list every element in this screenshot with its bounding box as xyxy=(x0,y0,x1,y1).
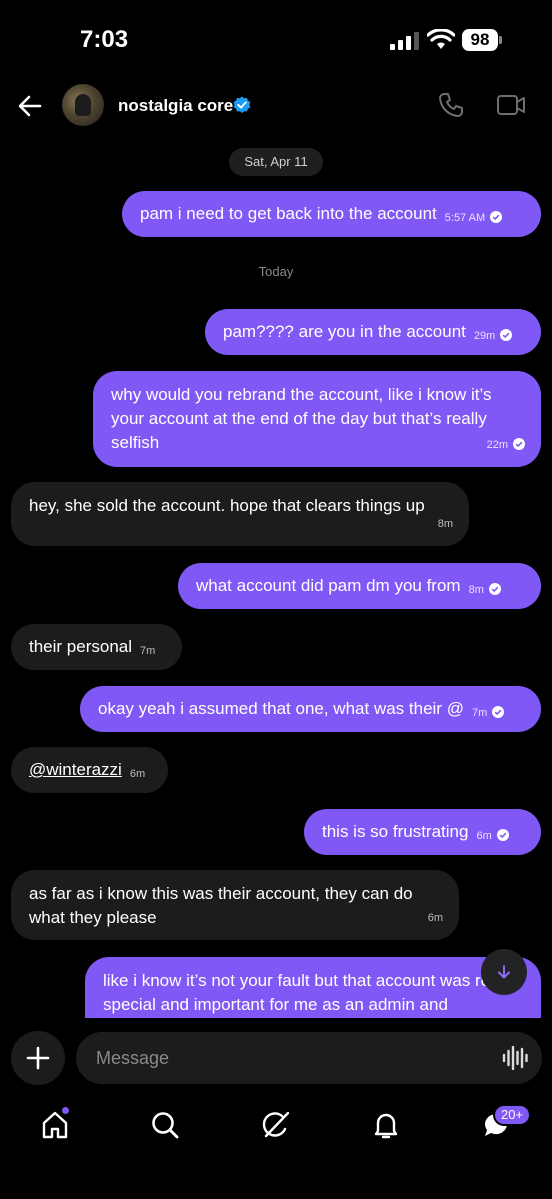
avatar[interactable] xyxy=(62,84,104,126)
search-icon[interactable] xyxy=(150,1110,180,1140)
message-meta: 6m xyxy=(428,906,443,930)
date-separator: Sat, Apr 11 xyxy=(229,148,323,176)
message-meta: 8m xyxy=(438,512,453,536)
message-time: 6m xyxy=(129,768,146,780)
phone-icon[interactable] xyxy=(438,92,464,118)
message-text: what account did pam dm you from xyxy=(196,576,461,595)
status-time: 7:03 xyxy=(80,26,129,53)
message-outgoing[interactable]: okay yeah i assumed that one, what was t… xyxy=(80,686,541,732)
message-outgoing[interactable]: this is so frustrating 6m xyxy=(304,809,541,855)
add-attachment-button[interactable] xyxy=(11,1031,65,1085)
message-text: okay yeah i assumed that one, what was t… xyxy=(98,699,464,718)
message-time: 6m xyxy=(476,830,492,842)
voice-wave-icon[interactable] xyxy=(502,1046,528,1070)
message-text: this is so frustrating xyxy=(322,822,469,841)
plus-icon xyxy=(26,1046,50,1070)
chat-title[interactable]: nostalgia core xyxy=(118,96,233,116)
message-outgoing[interactable]: pam???? are you in the account 29m xyxy=(205,309,541,355)
message-meta: 6m xyxy=(130,754,145,786)
message-incoming[interactable]: @winterazzi 6m xyxy=(11,747,168,793)
message-incoming[interactable]: their personal 7m xyxy=(11,624,182,670)
message-time: 6m xyxy=(427,912,443,924)
message-text: hey, she sold the account. hope that cle… xyxy=(29,496,425,515)
message-text: pam???? are you in the account xyxy=(223,322,466,341)
read-check-icon xyxy=(488,583,501,595)
message-time: 22m xyxy=(486,439,508,451)
mention-link[interactable]: @winterazzi xyxy=(29,758,122,782)
battery-icon: 98 xyxy=(462,29,502,51)
message-time: 5:57 AM xyxy=(444,212,486,224)
message-time: 8m xyxy=(437,518,453,530)
signal-icon xyxy=(390,32,419,50)
message-time: 8m xyxy=(468,584,484,596)
home-notification-dot xyxy=(62,1107,69,1114)
chat-header: nostalgia core xyxy=(0,80,552,132)
message-meta: 5:57 AM xyxy=(444,198,503,230)
message-incoming[interactable]: as far as i know this was their account,… xyxy=(11,870,459,940)
message-text: like i know it’s not your fault but that… xyxy=(103,971,516,1014)
today-separator: Today xyxy=(258,264,294,279)
scroll-to-bottom-button[interactable] xyxy=(481,949,527,995)
message-text: as far as i know this was their account,… xyxy=(29,884,413,927)
message-meta: 7m xyxy=(140,631,155,663)
video-icon[interactable] xyxy=(496,92,526,118)
message-time: 29m xyxy=(473,330,496,342)
read-check-icon xyxy=(513,438,525,450)
grok-icon[interactable] xyxy=(261,1110,291,1140)
message-outgoing[interactable]: what account did pam dm you from 8m xyxy=(178,563,541,609)
message-input-field[interactable] xyxy=(76,1032,542,1084)
message-meta: 6m xyxy=(476,816,509,848)
message-time: 7m xyxy=(471,707,488,719)
message-text: pam i need to get back into the account xyxy=(140,204,437,223)
read-check-icon xyxy=(496,829,509,841)
status-bar: 7:03 98 xyxy=(0,0,552,80)
battery-level: 98 xyxy=(462,29,498,51)
message-meta: 7m xyxy=(471,693,505,725)
back-arrow-icon[interactable] xyxy=(16,92,44,120)
message-meta: 29m xyxy=(473,316,513,348)
message-time: 7m xyxy=(140,645,156,657)
message-outgoing[interactable]: pam i need to get back into the account … xyxy=(122,191,541,237)
bottom-navigation: 20+ xyxy=(0,1098,552,1199)
bell-icon[interactable] xyxy=(371,1110,401,1140)
wifi-icon xyxy=(427,29,455,49)
message-outgoing[interactable]: why would you rebrand the account, like … xyxy=(93,371,541,467)
message-meta: 22m xyxy=(487,433,525,457)
read-check-icon xyxy=(490,211,503,223)
verified-icon xyxy=(233,96,251,113)
arrow-down-icon xyxy=(498,965,510,979)
messages-badge: 20+ xyxy=(493,1104,532,1126)
home-icon[interactable] xyxy=(40,1110,70,1140)
message-input[interactable] xyxy=(96,1032,476,1084)
message-meta: 8m xyxy=(469,570,501,602)
message-text: their personal xyxy=(29,637,133,656)
message-incoming[interactable]: hey, she sold the account. hope that cle… xyxy=(11,482,469,546)
read-check-icon xyxy=(500,329,513,341)
message-text: why would you rebrand the account, like … xyxy=(111,385,492,452)
read-check-icon xyxy=(492,706,505,718)
